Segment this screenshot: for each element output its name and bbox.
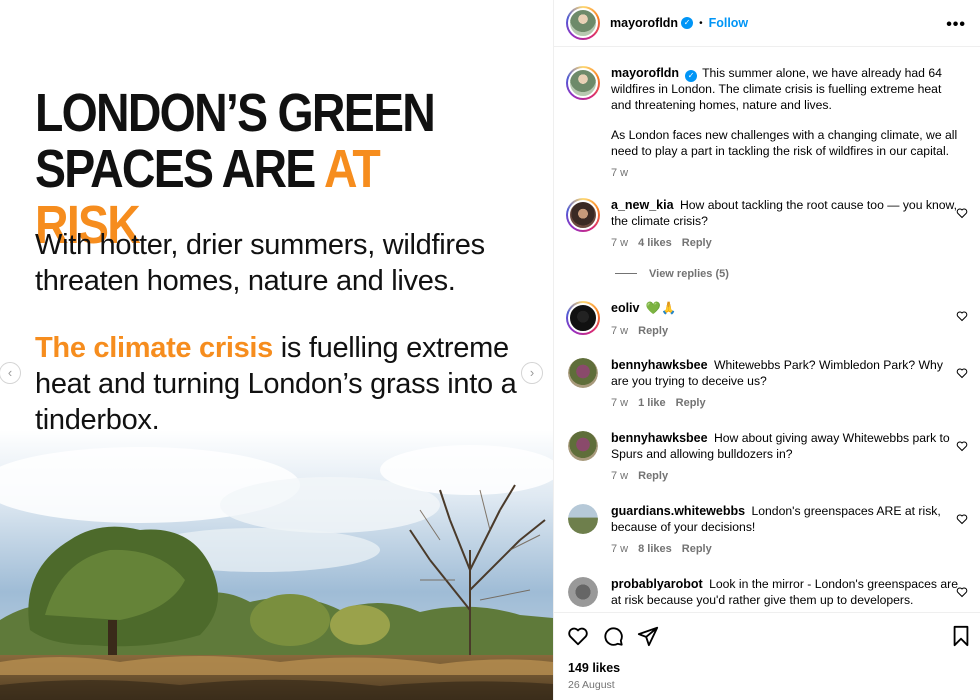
comment-likes[interactable]: 1 like (638, 397, 666, 409)
more-icon[interactable]: ••• (946, 16, 966, 34)
author-username[interactable]: mayorofldn (610, 16, 678, 30)
likes-count[interactable]: 149 likes (568, 661, 620, 675)
heart-icon[interactable] (567, 625, 589, 647)
comment-avatar[interactable] (568, 504, 598, 534)
comment-body: bennyhawksbee How about giving away Whit… (611, 431, 961, 485)
view-replies-label[interactable]: View replies (5) (649, 268, 729, 280)
comment-time[interactable]: 7 w (611, 237, 628, 249)
comment-meta: 7 w 1 like Reply (611, 396, 961, 412)
caption-avatar[interactable] (566, 66, 600, 100)
post-media: LONDON’S GREEN SPACES ARE AT RISK With h… (0, 0, 553, 700)
comment-avatar[interactable] (568, 431, 598, 461)
reply-button[interactable]: Reply (682, 543, 712, 555)
headline-line1: LONDON’S GREEN (35, 83, 436, 143)
comment-icon[interactable] (602, 625, 624, 647)
comment-body: probablyarobot Look in the mirror - Lond… (611, 577, 961, 608)
like-heart-icon[interactable] (956, 367, 968, 379)
comment-avatar[interactable] (566, 198, 600, 232)
share-icon[interactable] (637, 625, 659, 647)
headline-line2-start: SPACES ARE (35, 139, 325, 199)
header-separator: • (699, 17, 703, 29)
caption-time[interactable]: 7 w (611, 167, 628, 179)
follow-button[interactable]: Follow (709, 16, 749, 30)
like-heart-icon[interactable] (956, 513, 968, 525)
caption-meta: 7 w (611, 166, 961, 182)
comment-time[interactable]: 7 w (611, 325, 628, 337)
comment-likes[interactable]: 4 likes (638, 237, 672, 249)
comment-username[interactable]: a_new_kia (611, 198, 674, 212)
comment-avatar[interactable] (568, 577, 598, 607)
like-heart-icon[interactable] (956, 586, 968, 598)
comment-body: bennyhawksbee Whitewebbs Park? Wimbledon… (611, 358, 961, 412)
caption-username[interactable]: mayorofldn (611, 66, 679, 80)
comment-text: 💚🙏 (645, 301, 677, 315)
comment-avatar[interactable] (566, 301, 600, 335)
media-paragraph-2: The climate crisis is fuelling extreme h… (35, 330, 525, 438)
comment-avatar[interactable] (568, 358, 598, 388)
comment-time[interactable]: 7 w (611, 397, 628, 409)
post-date[interactable]: 26 August (568, 679, 615, 691)
verified-icon: ✓ (685, 70, 698, 82)
comment-time[interactable]: 7 w (611, 470, 628, 482)
comment-body: eoliv 💚🙏 7 w Reply (611, 301, 961, 339)
post-sidebar: mayorofldn ✓ • Follow ••• mayorofldn ✓ Thi… (553, 0, 980, 700)
comment-body: guardians.whitewebbs London's greenspace… (611, 504, 961, 558)
caption-body: mayorofldn ✓ This summer alone, we have al… (611, 66, 961, 182)
like-heart-icon[interactable] (956, 440, 968, 452)
like-heart-icon[interactable] (956, 310, 968, 322)
climate-crisis-highlight: The climate crisis (35, 332, 273, 364)
reply-button[interactable]: Reply (676, 397, 706, 409)
comments-list[interactable]: mayorofldn ✓ This summer alone, we have al… (554, 48, 980, 610)
comment-username[interactable]: probablyarobot (611, 577, 703, 591)
like-heart-icon[interactable] (956, 207, 968, 219)
comment-likes[interactable]: 8 likes (638, 543, 672, 555)
comment-meta: 7 w 4 likes Reply (611, 236, 961, 252)
reply-button[interactable]: Reply (682, 237, 712, 249)
comment-meta: 7 w 8 likes Reply (611, 542, 961, 558)
landscape-photo (0, 430, 553, 700)
media-paragraph-1: With hotter, drier summers, wildfires th… (35, 229, 485, 297)
reply-button[interactable]: Reply (638, 325, 668, 337)
comment-body: a_new_kia How about tackling the root ca… (611, 198, 961, 252)
author-avatar[interactable] (566, 6, 600, 40)
post-actions: 149 likes 26 August (554, 612, 980, 700)
comment-username[interactable]: bennyhawksbee (611, 431, 708, 445)
verified-icon: ✓ (681, 17, 694, 29)
comment-username[interactable]: bennyhawksbee (611, 358, 708, 372)
post-header: mayorofldn ✓ • Follow ••• (554, 0, 980, 47)
comment-username[interactable]: eoliv (611, 301, 640, 315)
comment-meta: 7 w Reply (611, 469, 961, 485)
comment-time[interactable]: 7 w (611, 543, 628, 555)
comment-username[interactable]: guardians.whitewebbs (611, 504, 745, 518)
view-replies-line (615, 273, 637, 274)
reply-button[interactable]: Reply (638, 470, 668, 482)
comment-meta: 7 w Reply (611, 324, 961, 340)
bookmark-icon[interactable] (950, 625, 972, 647)
caption-text-2: As London faces new challenges with a ch… (611, 128, 958, 158)
view-replies-button[interactable]: View replies (5) (615, 268, 729, 280)
carousel-prev-button[interactable]: ‹ (0, 362, 21, 384)
carousel-next-button[interactable]: › (521, 362, 543, 384)
